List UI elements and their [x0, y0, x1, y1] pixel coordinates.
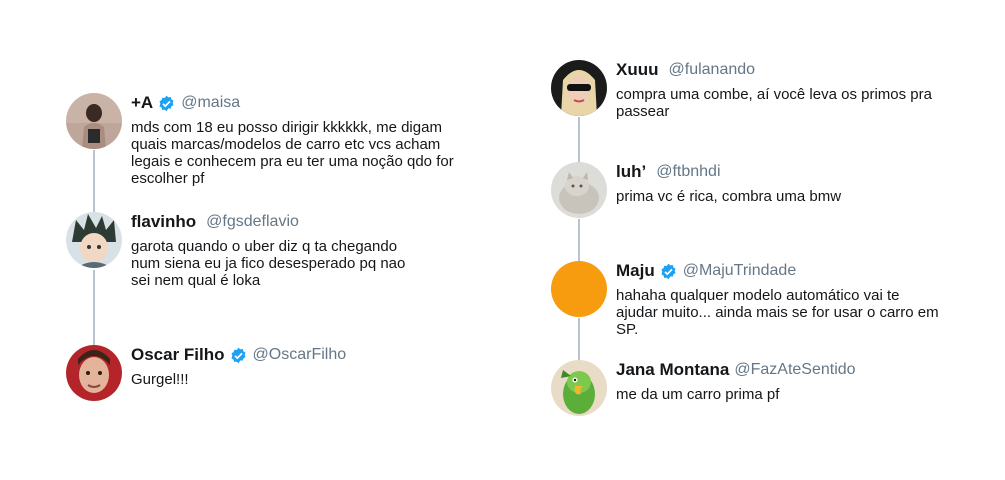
avatar[interactable] — [551, 360, 607, 416]
display-name[interactable]: Jana Montana — [616, 360, 729, 380]
tweet-text: compra uma combe, aí você leva os primos… — [616, 86, 932, 120]
user-handle[interactable]: @ftbnhdi — [656, 163, 720, 181]
tweet-text: garota quando o uber diz q ta chegando n… — [131, 238, 406, 289]
display-name[interactable]: Oscar Filho — [131, 345, 225, 365]
user-handle[interactable]: @fgsdeflavio — [206, 213, 299, 231]
avatar[interactable] — [551, 60, 607, 116]
avatar[interactable] — [66, 345, 122, 401]
tweet-text: Gurgel!!! — [131, 371, 189, 388]
thread-connector — [93, 270, 95, 346]
display-name[interactable]: luh’ — [616, 162, 646, 182]
tweet-text: hahaha qualquer modelo automático vai te… — [616, 287, 939, 338]
avatar[interactable] — [66, 93, 122, 149]
user-handle[interactable]: @OscarFilho — [253, 346, 347, 364]
user-handle[interactable]: @fulanando — [669, 61, 756, 79]
avatar[interactable] — [551, 162, 607, 218]
right-thread: Xuuu @fulanando compra uma combe, aí voc… — [551, 0, 991, 480]
tweet-text: me da um carro prima pf — [616, 386, 780, 403]
thread-connector — [578, 318, 580, 362]
verified-badge-icon — [159, 95, 174, 111]
display-name[interactable]: +A — [131, 93, 153, 113]
avatar[interactable] — [551, 261, 607, 317]
display-name[interactable]: Maju — [616, 261, 655, 281]
display-name[interactable]: Xuuu — [616, 60, 659, 80]
user-handle[interactable]: @FazAteSentido — [734, 361, 855, 379]
left-thread: +A @maisa mds com 18 eu posso dirigir kk… — [66, 0, 496, 480]
user-handle[interactable]: @MajuTrindade — [683, 262, 796, 280]
tweet-text: prima vc é rica, combra uma bmw — [616, 188, 842, 205]
thread-connector — [93, 150, 95, 214]
display-name[interactable]: flavinho — [131, 212, 196, 232]
thread-connector — [578, 219, 580, 261]
thread-connector — [578, 117, 580, 163]
tweet-text: mds com 18 eu posso dirigir kkkkkk, me d… — [131, 119, 454, 187]
user-handle[interactable]: @maisa — [181, 94, 240, 112]
avatar[interactable] — [66, 212, 122, 268]
verified-badge-icon — [661, 263, 676, 279]
verified-badge-icon — [231, 347, 246, 363]
